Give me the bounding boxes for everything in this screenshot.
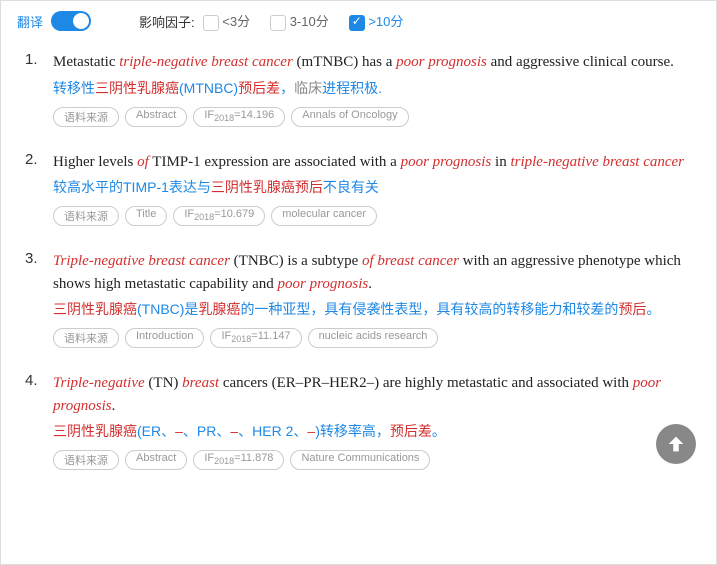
chinese-translation: 三阴性乳腺癌(ER、–、PR、–、HER 2、–)转移率高，预后差。 bbox=[53, 421, 692, 442]
factor-checkbox-2[interactable] bbox=[349, 15, 365, 31]
tag-source[interactable]: 语料来源 bbox=[53, 450, 119, 470]
chinese-translation: 转移性三阴性乳腺癌(MTNBC)预后差，临床进程积极. bbox=[53, 78, 692, 99]
factor-label: 影响因子: bbox=[139, 12, 195, 31]
translate-toggle[interactable] bbox=[51, 11, 91, 31]
result-item: 2. Higher levels of TIMP-1 expression are… bbox=[25, 151, 692, 227]
tag-source[interactable]: 语料来源 bbox=[53, 206, 119, 226]
tag-0[interactable]: Title bbox=[125, 206, 167, 226]
result-item: 3.Triple-negative breast cancer (TNBC) i… bbox=[25, 250, 692, 348]
tag-source[interactable]: 语料来源 bbox=[53, 328, 119, 348]
chinese-translation: 较高水平的TIMP-1表达与三阴性乳腺癌预后不良有关 bbox=[53, 177, 692, 198]
tag-row: 语料来源 Title IF2018=10.679 molecular cancer bbox=[53, 206, 692, 226]
tag-row: 语料来源 Abstract IF2018=14.196 Annals of Oncol… bbox=[53, 107, 692, 127]
tag-0[interactable]: Abstract bbox=[125, 107, 187, 127]
tag-0[interactable]: Abstract bbox=[125, 450, 187, 470]
factor-label-2: >10分 bbox=[365, 14, 404, 29]
tag-1[interactable]: IF2018=14.196 bbox=[193, 107, 285, 127]
tag-1[interactable]: IF2018=11.878 bbox=[193, 450, 284, 470]
tag-0[interactable]: Introduction bbox=[125, 328, 204, 348]
factor-checkbox-1[interactable] bbox=[270, 15, 286, 31]
tag-2[interactable]: Nature Communications bbox=[290, 450, 430, 470]
english-text: Higher levels of TIMP-1 expression are a… bbox=[53, 151, 692, 174]
tag-1[interactable]: IF2018=11.147 bbox=[210, 328, 301, 348]
results-list: 1. Metastatic triple-negative breast canc… bbox=[1, 41, 716, 504]
factor-label-0: <3分 bbox=[219, 14, 250, 29]
tag-row: 语料来源 Introduction IF2018=11.147 nucleic aci… bbox=[53, 328, 692, 348]
tag-2[interactable]: molecular cancer bbox=[271, 206, 377, 226]
chinese-translation: 三阴性乳腺癌(TNBC)是乳腺癌的一种亚型，具有侵袭性表型，具有较高的转移能力和… bbox=[53, 299, 692, 320]
tag-2[interactable]: nucleic acids research bbox=[308, 328, 439, 348]
factor-checkbox-0[interactable] bbox=[203, 15, 219, 31]
tag-2[interactable]: Annals of Oncology bbox=[291, 107, 408, 127]
tag-1[interactable]: IF2018=10.679 bbox=[173, 206, 265, 226]
result-item: 4.Triple-negative (TN) breast cancers (E… bbox=[25, 372, 692, 470]
tag-row: 语料来源 Abstract IF2018=11.878 Nature Communic… bbox=[53, 450, 692, 470]
scroll-top-button[interactable] bbox=[656, 424, 696, 464]
translate-label: 翻译 bbox=[17, 12, 43, 31]
filter-bar: 翻译 影响因子: <3分 3-10分 >10分 bbox=[1, 1, 716, 41]
tag-source[interactable]: 语料来源 bbox=[53, 107, 119, 127]
arrow-up-icon bbox=[665, 433, 687, 455]
english-text: Triple-negative (TN) breast cancers (ER–… bbox=[53, 372, 692, 417]
result-number: 4. bbox=[25, 372, 43, 470]
factor-label-1: 3-10分 bbox=[286, 14, 329, 29]
result-number: 2. bbox=[25, 151, 43, 227]
result-number: 3. bbox=[25, 250, 43, 348]
english-text: Metastatic triple-negative breast cancer… bbox=[53, 51, 692, 74]
english-text: Triple-negative breast cancer (TNBC) is … bbox=[53, 250, 692, 295]
result-number: 1. bbox=[25, 51, 43, 127]
result-item: 1. Metastatic triple-negative breast canc… bbox=[25, 51, 692, 127]
